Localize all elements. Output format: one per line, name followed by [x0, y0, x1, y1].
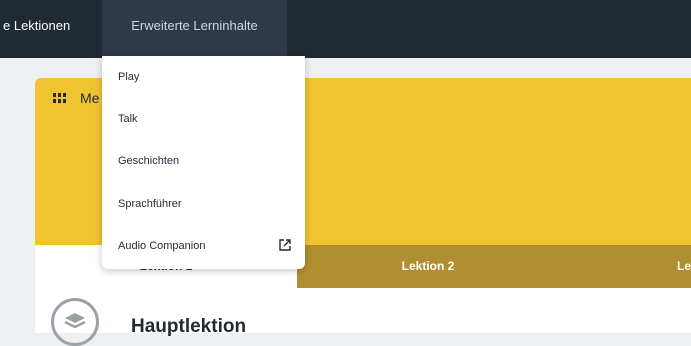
menu-item-audio-companion[interactable]: Audio Companion	[102, 226, 305, 266]
grid-icon	[53, 93, 66, 103]
lesson-content: Hauptlektion	[35, 288, 691, 346]
lesson-title: Hauptlektion	[131, 316, 247, 337]
card-header-label[interactable]: Me	[80, 90, 99, 106]
menu-item-talk[interactable]: Talk	[102, 99, 305, 139]
menu-item-stories[interactable]: Geschichten	[102, 141, 305, 181]
tab-lesson-3[interactable]: Lekti	[559, 245, 691, 288]
menu-item-play[interactable]: Play	[102, 57, 305, 97]
menu-item-phrasebook[interactable]: Sprachführer	[102, 184, 305, 224]
menu-item-audio-companion-label: Audio Companion	[118, 240, 206, 252]
external-link-icon	[279, 239, 291, 251]
nav-extended-content[interactable]: Erweiterte Lerninhalte	[102, 0, 287, 58]
tab-lesson-2[interactable]: Lektion 2	[297, 245, 559, 288]
layers-icon	[51, 298, 99, 346]
top-navigation-bar: e Lektionen Erweiterte Lerninhalte	[0, 0, 691, 58]
extended-content-dropdown: Play Talk Geschichten Sprachführer Audio…	[102, 56, 305, 269]
nav-lessons[interactable]: e Lektionen	[0, 0, 76, 58]
